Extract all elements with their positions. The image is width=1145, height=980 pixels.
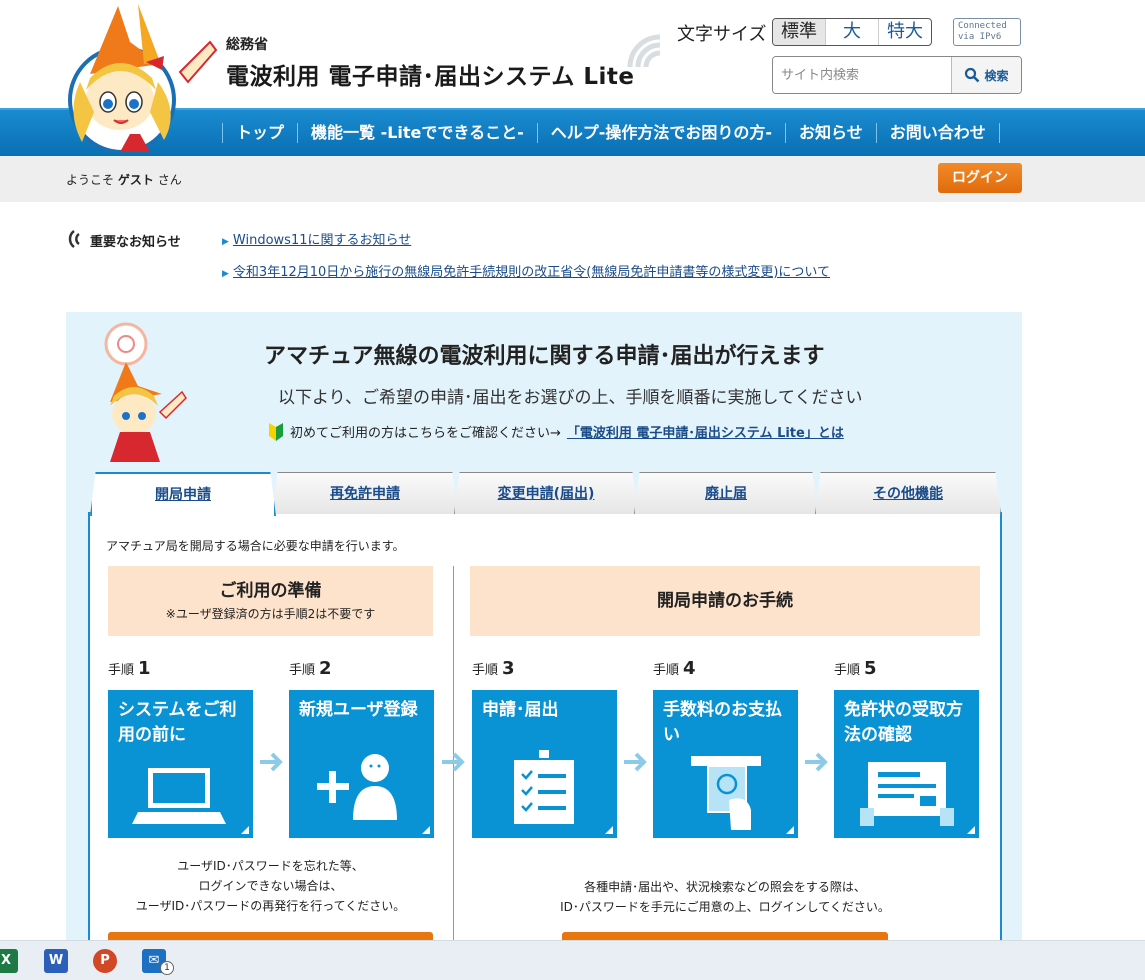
help-right-line: ID･パスワードを手元にご用意の上、ログインしてください。 (560, 900, 890, 914)
step-arrow-icon (440, 750, 468, 774)
signal-waves-icon (627, 34, 661, 68)
login-help-left: ユーザID･パスワードを忘れた等、 ログインできない場合は、 ユーザID･パスワ… (108, 856, 433, 916)
help-left-line: ログインできない場合は、 (198, 879, 343, 893)
step-4-title: 手数料のお支払い (663, 700, 782, 745)
step-3-card[interactable]: 申請･届出 (472, 690, 617, 838)
os-taskbar: X W P ✉ 1 (0, 940, 1145, 980)
nav-contact[interactable]: お問い合わせ (875, 123, 1000, 143)
panel-title: アマチュア無線の電波利用に関する申請･届出が行えます (264, 344, 825, 369)
step-5-title: 免許状の受取方法の確認 (844, 700, 963, 745)
search-button-label: 検索 (984, 68, 1009, 83)
about-system-link[interactable]: 「電波利用 電子申請･届出システム Lite」とは (567, 422, 844, 441)
font-size-label: 文字サイズ (677, 24, 767, 45)
payment-icon (691, 756, 761, 830)
preparation-note: ※ユーザ登録済の方は手順2は不要です (165, 607, 376, 621)
nav-help[interactable]: ヘルプ-操作方法でお困りの方- (536, 123, 785, 143)
step-label-1: 手順 1 (108, 658, 151, 679)
step-label-3: 手順 3 (472, 658, 515, 679)
add-user-icon (317, 754, 397, 820)
help-left-line: ユーザID･パスワードを忘れた等、 (177, 859, 364, 873)
step-arrow-icon (258, 750, 286, 774)
tab-change[interactable]: 変更申請(届出) (454, 472, 638, 514)
login-button[interactable]: ログイン (938, 163, 1022, 193)
step-1-card[interactable]: システムをご利用の前に (108, 690, 253, 838)
laptop-icon (132, 768, 226, 824)
first-time-guide: 初めてご利用の方はこちらをご確認ください→ 「電波利用 電子申請･届出システム … (268, 422, 844, 441)
first-time-text: 初めてご利用の方はこちらをご確認ください→ (290, 426, 561, 441)
application-tabs: 開局申請 再免許申請 変更申請(届出) 廃止届 その他機能 (90, 472, 1001, 516)
preparation-header: ご利用の準備 ※ユーザ登録済の方は手順2は不要です (108, 566, 433, 636)
step-4-card[interactable]: 手数料のお支払い (653, 690, 798, 838)
tab-other[interactable]: その他機能 (815, 472, 1001, 514)
upload-document-icon (514, 750, 574, 824)
arrow-right-icon: ▶ (222, 237, 229, 247)
search-button[interactable]: 検索 (951, 57, 1021, 93)
ipv6-line1: Connected (958, 21, 1007, 31)
welcome-prefix: ようこそ (66, 173, 115, 187)
nav-news[interactable]: お知らせ (785, 123, 876, 143)
tab-new-station[interactable]: 開局申請 (90, 472, 276, 516)
step-arrow-icon (803, 750, 831, 774)
step-label-4: 手順 4 (653, 658, 696, 679)
font-size-switcher: 標準 大 特大 (772, 18, 932, 46)
step-label-5: 手順 5 (834, 658, 877, 679)
agency-name: 総務省 (226, 37, 268, 53)
step-1-title: システムをご利用の前に (118, 700, 237, 745)
search-icon (965, 67, 980, 83)
mascot-image (90, 322, 190, 472)
step-label-2: 手順 2 (289, 658, 332, 679)
nav-top[interactable]: トップ (222, 123, 297, 143)
license-certificate-icon (860, 762, 954, 826)
beginner-mark-icon (269, 422, 283, 441)
help-left-line: ユーザID･パスワードの再発行を行ってください。 (135, 899, 406, 913)
panel-subtitle: 以下より、ご希望の申請･届出をお選びの上、手順を順番に実施してください (278, 388, 863, 408)
notice-link-regulation[interactable]: ▶ 令和3年12月10日から施行の無線局免許手続規則の改正省令(無線局免許申請書等… (222, 261, 830, 280)
step-5-card[interactable]: 免許状の受取方法の確認 (834, 690, 979, 838)
welcome-suffix: さん (157, 173, 182, 187)
welcome-message: ようこそ ゲスト さん (66, 171, 182, 188)
font-size-large-button[interactable]: 大 (826, 19, 879, 45)
search-input[interactable] (773, 57, 951, 93)
preparation-title: ご利用の準備 (219, 581, 322, 601)
site-search: 検索 (772, 56, 1022, 94)
step-arrow-icon (622, 750, 650, 774)
help-right-line: 各種申請･届出や、状況検索などの照会をする際は、 (584, 880, 866, 894)
mail-count-badge: 1 (160, 961, 174, 975)
site-title[interactable]: 電波利用 電子申請･届出システム Lite (226, 57, 634, 91)
notice-link-text: Windows11に関するお知らせ (232, 233, 412, 248)
tab-abolish[interactable]: 廃止届 (634, 472, 818, 514)
step-2-card[interactable]: 新規ユーザ登録 (289, 690, 434, 838)
welcome-user: ゲスト (117, 173, 154, 187)
important-notice-label: 重要なお知らせ (90, 235, 181, 250)
notice-link-text: 令和3年12月10日から施行の無線局免許手続規則の改正省令(無線局免許申請書等の… (232, 265, 831, 280)
login-help-right: 各種申請･届出や、状況検索などの照会をする際は、 ID･パスワードを手元にご用意… (470, 877, 980, 917)
excel-icon[interactable]: X (0, 949, 18, 973)
notice-link-windows11[interactable]: ▶ Windows11に関するお知らせ (222, 229, 411, 248)
procedure-header: 開局申請のお手続 (470, 566, 980, 636)
font-size-standard-button[interactable]: 標準 (773, 19, 826, 45)
ipv6-badge: Connected via IPv6 (953, 18, 1021, 46)
tab-relicense[interactable]: 再免許申請 (272, 472, 458, 514)
notice-signal-icon (68, 230, 80, 248)
font-size-xlarge-button[interactable]: 特大 (879, 19, 931, 45)
step-2-title: 新規ユーザ登録 (299, 700, 418, 720)
word-icon[interactable]: W (44, 949, 68, 973)
nav-features[interactable]: 機能一覧 -Liteでできること- (297, 123, 537, 143)
step-3-title: 申請･届出 (482, 700, 559, 720)
powerpoint-icon[interactable]: P (93, 949, 117, 973)
mascot-logo-image[interactable] (60, 2, 220, 152)
tab-description: アマチュア局を開局する場合に必要な申請を行います。 (106, 539, 405, 553)
arrow-right-icon: ▶ (222, 269, 229, 279)
ipv6-line2: via IPv6 (958, 32, 1002, 42)
